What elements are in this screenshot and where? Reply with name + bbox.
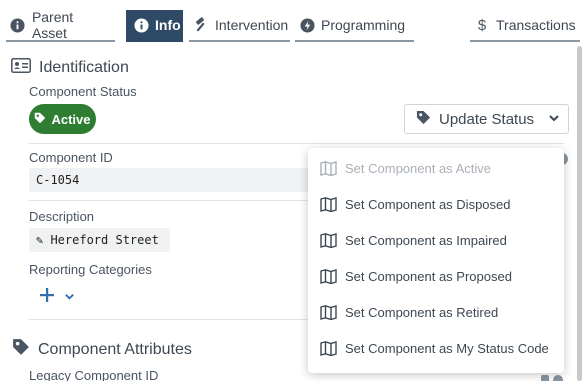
status-label: Component Status bbox=[29, 84, 137, 99]
map-icon bbox=[320, 304, 337, 320]
bolt-icon bbox=[299, 17, 315, 33]
description-value: ✎ Hereford Street bbox=[36, 233, 159, 247]
id-card-icon bbox=[11, 58, 31, 78]
status-value: Active bbox=[51, 111, 91, 127]
menu-item-set-impaired[interactable]: Set Component as Impaired bbox=[308, 222, 564, 258]
section-title: Component Attributes bbox=[38, 340, 192, 358]
map-icon bbox=[320, 196, 337, 212]
dollar-icon: $ bbox=[477, 16, 487, 34]
hammer-icon bbox=[193, 17, 209, 33]
tab-programming[interactable]: Programming bbox=[295, 10, 414, 42]
section-title: Identification bbox=[39, 59, 129, 76]
menu-item-label: Set Component as My Status Code bbox=[345, 340, 549, 356]
tab-label: Programming bbox=[321, 17, 406, 33]
chevron-down-icon[interactable] bbox=[64, 289, 75, 307]
tag-icon bbox=[12, 338, 30, 361]
tab-info[interactable]: Info bbox=[126, 10, 183, 42]
identification-heading: Identification bbox=[11, 58, 129, 78]
tab-transactions[interactable]: $ Transactions bbox=[470, 10, 580, 42]
tag-icon bbox=[34, 112, 46, 127]
menu-item-label: Set Component as Impaired bbox=[345, 232, 507, 248]
menu-item-label: Set Component as Proposed bbox=[345, 268, 512, 284]
menu-item-set-disposed[interactable]: Set Component as Disposed bbox=[308, 186, 564, 222]
menu-item-label: Set Component as Active bbox=[345, 160, 491, 176]
tab-intervention[interactable]: Intervention bbox=[189, 10, 290, 42]
menu-item-set-retired[interactable]: Set Component as Retired bbox=[308, 294, 564, 330]
help-icon[interactable] bbox=[541, 372, 563, 381]
update-status-button[interactable]: Update Status bbox=[404, 104, 569, 134]
map-icon bbox=[320, 160, 337, 176]
tab-bar: Parent Asset Info Intervention Programmi… bbox=[0, 0, 586, 44]
map-icon bbox=[320, 232, 337, 248]
menu-item-set-active[interactable]: Set Component as Active bbox=[308, 150, 564, 186]
tab-parent-asset[interactable]: Parent Asset bbox=[6, 9, 115, 42]
tab-label: Transactions bbox=[496, 17, 576, 33]
menu-item-label: Set Component as Retired bbox=[345, 304, 499, 320]
scrollbar-thumb[interactable] bbox=[577, 46, 582, 381]
tab-label: Intervention bbox=[215, 17, 289, 33]
legacy-component-id-label: Legacy Component ID bbox=[29, 368, 159, 381]
component-id-label: Component ID bbox=[29, 150, 113, 165]
divider bbox=[28, 143, 564, 144]
map-icon bbox=[320, 268, 337, 284]
menu-item-set-my-status-code[interactable]: Set Component as My Status Code bbox=[308, 330, 564, 366]
status-dropdown-menu: Set Component as Active Set Component as… bbox=[308, 148, 564, 373]
plus-icon[interactable] bbox=[40, 288, 54, 307]
menu-item-label: Set Component as Disposed bbox=[345, 196, 511, 212]
info-circle-icon bbox=[10, 17, 26, 33]
update-status-label: Update Status bbox=[439, 110, 535, 128]
tag-icon bbox=[416, 110, 431, 129]
description-label: Description bbox=[29, 209, 95, 224]
menu-item-set-proposed[interactable]: Set Component as Proposed bbox=[308, 258, 564, 294]
map-icon bbox=[320, 340, 337, 356]
status-badge: Active bbox=[29, 104, 96, 134]
description-field[interactable]: ✎ Hereford Street bbox=[29, 228, 170, 252]
info-circle-icon bbox=[134, 17, 149, 33]
reporting-categories-add[interactable] bbox=[40, 288, 75, 307]
chevron-down-icon bbox=[548, 111, 560, 128]
tab-label: Parent Asset bbox=[31, 9, 74, 41]
tab-label: Info bbox=[155, 17, 181, 33]
component-id-value: C-1054 bbox=[36, 173, 80, 187]
reporting-categories-label: Reporting Categories bbox=[29, 262, 152, 277]
attributes-heading: Component Attributes bbox=[12, 338, 192, 361]
